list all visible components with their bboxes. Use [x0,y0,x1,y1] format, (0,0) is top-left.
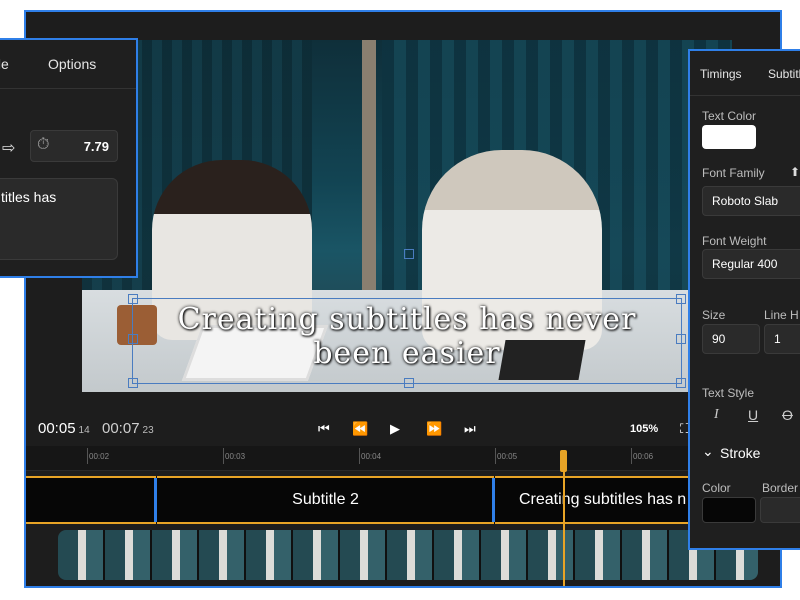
strikethrough-button[interactable]: O [782,407,793,423]
total-timecode: 00:07 23 [102,420,154,437]
panel-tabs: Timings Subtitl [690,51,800,96]
arrow-right-icon: ⇨ [2,140,16,157]
tab-timings[interactable]: Timings [700,67,742,81]
tick-label: 00:05 [494,448,518,464]
line-height-label: Line H [764,308,799,322]
timeline-ruler[interactable]: 00:02 00:03 00:04 00:05 00:06 [26,446,780,471]
border-label: Border [762,481,799,495]
size-input[interactable]: 90 [702,324,760,354]
video-preview[interactable]: Creating subtitles has never been easier [82,40,732,392]
tab-subtitle[interactable]: Subtitl [768,67,800,81]
play-button[interactable]: ▶ [390,421,400,437]
resize-handle-bm[interactable] [404,378,414,388]
upload-icon[interactable]: ⬆ [790,165,800,179]
video-thumbnail-strip[interactable] [58,530,758,580]
resize-handle-bl[interactable] [128,378,138,388]
current-timecode: 00:05 14 [38,420,90,437]
timer-icon: ⏱ [37,136,50,153]
panel-tabs: tle Options [0,40,136,89]
duration-field[interactable]: ⏱ 7.79 [30,130,118,162]
font-weight-select[interactable]: Regular 400 [702,249,800,279]
text-style-label: Text Style [702,386,755,400]
skip-end-button[interactable]: ⏭ [464,421,476,437]
subtitle-segment-2[interactable]: Subtitle 2 [157,476,494,524]
caption-line-2: been easier [313,336,501,371]
stroke-section-header[interactable]: Stroke [720,445,760,461]
subtitle-text-input[interactable]: titles has [0,178,118,260]
font-family-select[interactable]: Roboto Slab [702,186,800,216]
caption-text[interactable]: Creating subtitles has never been easier [133,303,681,371]
tick-label: 00:02 [86,448,110,464]
tab-subtitle[interactable]: tle [0,56,9,72]
player-controls: 00:05 14 00:07 23 ⏮ ⏪ ▶ ⏩ ⏭ 105% ⛶ [26,414,780,444]
font-family-label: Font Family [702,166,765,180]
duration-value: 7.79 [83,139,109,154]
subtitle-track: Subtitle 2 Creating subtitles has n [26,476,780,524]
text-color-swatch[interactable] [702,125,756,149]
resize-handle-br[interactable] [676,378,686,388]
style-panel: Timings Subtitl Text Color Font Family ⬆… [688,49,800,550]
playhead-line[interactable] [563,450,565,586]
tab-options[interactable]: Options [48,56,96,72]
subtitle-segment-1[interactable] [26,476,156,524]
forward-button[interactable]: ⏩ [426,421,442,437]
resize-handle-tm[interactable] [404,249,414,259]
caption-bounding-box[interactable]: Creating subtitles has never been easier [128,249,686,388]
underline-button[interactable]: U [748,407,758,423]
size-label: Size [702,308,726,322]
font-weight-label: Font Weight [702,234,767,248]
subtitle-edit-panel: tle Options ⇨ ⏱ 7.79 titles has [0,38,138,278]
rewind-button[interactable]: ⏪ [352,421,368,437]
border-input[interactable] [760,497,800,523]
zoom-level[interactable]: 105% [630,423,658,435]
text-color-label: Text Color [702,109,757,123]
stroke-color-label: Color [702,481,731,495]
skip-start-button[interactable]: ⏮ [318,421,330,437]
line-height-input[interactable]: 1 [764,324,800,354]
tick-label: 00:04 [358,448,382,464]
stroke-color-swatch[interactable] [702,497,756,523]
italic-button[interactable]: I [714,407,719,423]
chevron-down-icon[interactable]: ⌄ [702,443,714,460]
tick-label: 00:06 [630,448,654,464]
caption-line-1: Creating subtitles has never [177,302,637,337]
wall-strip [362,40,376,310]
tick-label: 00:03 [222,448,246,464]
